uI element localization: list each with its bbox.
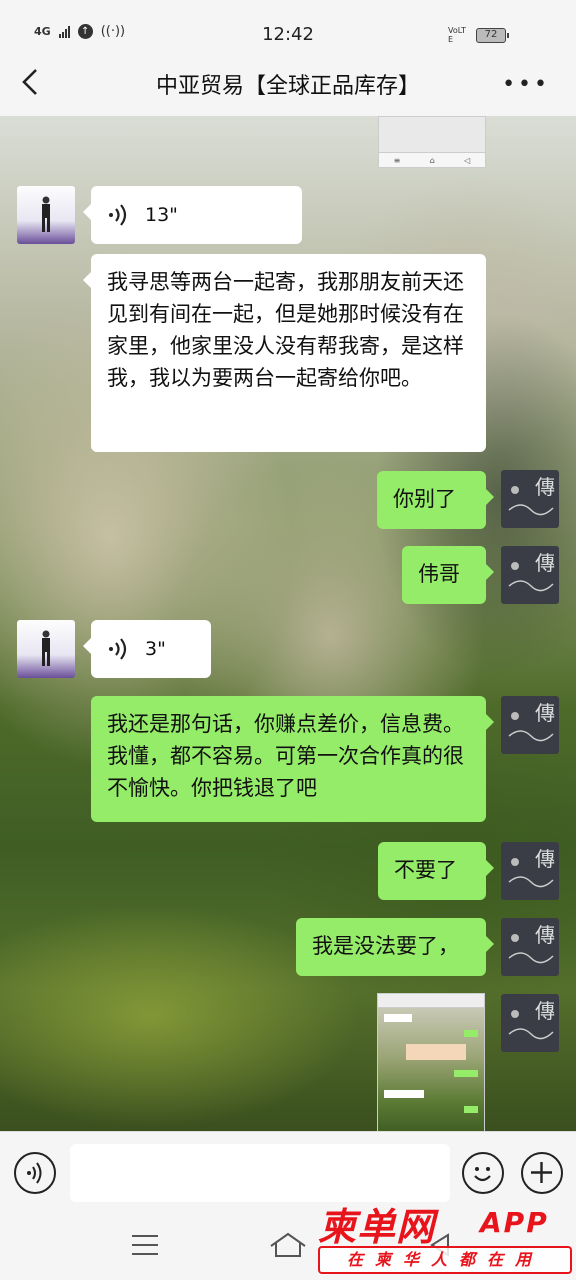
more-dots-icon: ••• <box>502 72 550 97</box>
watermark: 柬单网 APP 在柬华人都在用 <box>318 1196 572 1276</box>
plus-button[interactable] <box>521 1152 563 1194</box>
text-message[interactable]: 我寻思等两台一起寄，我那朋友前天还见到有间在一起，但是她那时候没有在家里，他家里… <box>83 254 486 452</box>
chat-area[interactable]: ≡ ⌂ ◁ 13" 我寻思等两台一起寄，我那朋友前天还见到有间在一起，但是她那时候没… <box>0 116 576 1131</box>
voice-icon <box>27 1162 42 1184</box>
my-avatar[interactable]: 傳 <box>501 994 559 1052</box>
message-image-partial[interactable]: ≡ ⌂ ◁ <box>378 116 486 168</box>
my-avatar[interactable]: 傳 <box>501 696 559 754</box>
voice-icon <box>109 638 127 660</box>
home-icon <box>270 1232 306 1257</box>
menu-icon <box>132 1235 158 1255</box>
text-message[interactable]: 不要了 <box>378 842 494 900</box>
voice-toggle-button[interactable] <box>14 1152 56 1194</box>
chat-title: 中亚贸易【全球正品库存】 <box>155 74 420 99</box>
home-button[interactable] <box>268 1230 308 1260</box>
more-button[interactable]: ••• <box>502 72 550 97</box>
emoji-button[interactable] <box>462 1152 504 1194</box>
message-input[interactable] <box>70 1144 450 1202</box>
watermark-title: 柬单网 <box>318 1205 436 1249</box>
text-message[interactable]: 我还是那句话，你赚点差价，信息费。我懂，都不容易。可第一次合作真的很不愉快。你把… <box>91 696 494 822</box>
emoji-icon <box>474 1167 491 1182</box>
my-avatar[interactable]: 傳 <box>501 842 559 900</box>
volte-label: VoLTE <box>448 26 466 44</box>
watermark-app: APP <box>480 1206 549 1239</box>
nav-bar: 中亚贸易【全球正品库存】 ••• <box>0 50 576 116</box>
contact-avatar[interactable] <box>17 620 75 678</box>
voice-duration: 13" <box>145 204 178 226</box>
status-right: VoLTE 72 <box>448 26 509 44</box>
svg-text:傳: 傳 <box>535 847 555 871</box>
svg-text:傳: 傳 <box>535 701 555 725</box>
my-avatar[interactable]: 傳 <box>501 918 559 976</box>
contact-avatar[interactable] <box>17 186 75 244</box>
svg-text:傳: 傳 <box>535 475 555 499</box>
watermark-slogan: 在柬华人都在用 <box>318 1246 572 1274</box>
voice-duration: 3" <box>145 638 166 660</box>
voice-icon <box>109 204 127 226</box>
svg-text:傳: 傳 <box>535 999 555 1023</box>
text-message[interactable]: 你别了 <box>377 471 494 529</box>
voice-message[interactable]: 3" <box>83 620 211 678</box>
svg-text:傳: 傳 <box>535 551 555 575</box>
plus-icon <box>531 1162 552 1183</box>
text-message[interactable]: 伟哥 <box>402 546 494 604</box>
battery-icon: 72 <box>476 27 509 43</box>
voice-message[interactable]: 13" <box>83 186 302 244</box>
message-image[interactable] <box>377 993 485 1131</box>
svg-text:傳: 傳 <box>535 923 555 947</box>
my-avatar[interactable]: 傳 <box>501 470 559 528</box>
menu-button[interactable] <box>130 1232 160 1258</box>
my-avatar[interactable]: 傳 <box>501 546 559 604</box>
text-message[interactable]: 我是没法要了， <box>296 918 494 976</box>
